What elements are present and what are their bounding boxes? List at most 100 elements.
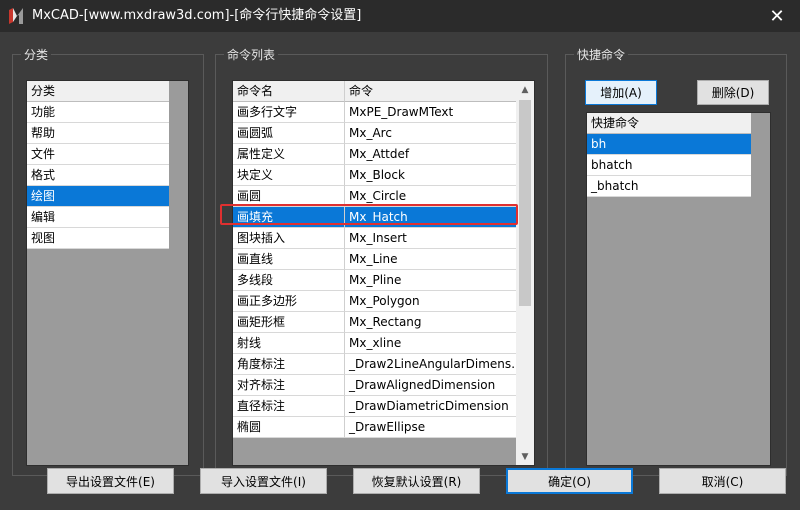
command-cell: Mx_Insert bbox=[345, 228, 516, 249]
command-list[interactable]: 命令名 命令 画多行文字 MxPE_DrawMText 画圆弧 Mx_Arc 属性定义 M… bbox=[232, 80, 535, 466]
command-row[interactable]: 画圆 Mx_Circle bbox=[233, 186, 534, 207]
command-row[interactable]: 画正多边形 Mx_Polygon bbox=[233, 291, 534, 312]
scroll-up-icon[interactable]: ▲ bbox=[516, 81, 534, 98]
command-cell: Mx_Hatch bbox=[345, 207, 516, 228]
command-name-cell: 图块插入 bbox=[233, 228, 345, 249]
command-name-cell: 直径标注 bbox=[233, 396, 345, 417]
command-name-cell: 属性定义 bbox=[233, 144, 345, 165]
app-logo-icon bbox=[9, 8, 23, 24]
ok-button[interactable]: 确定(O) bbox=[506, 468, 633, 494]
command-name-cell: 多线段 bbox=[233, 270, 345, 291]
category-row[interactable]: 格式 bbox=[27, 165, 188, 186]
command-row[interactable]: 画直线 Mx_Line bbox=[233, 249, 534, 270]
category-item-label: 绘图 bbox=[27, 186, 169, 207]
command-cell: Mx_Polygon bbox=[345, 291, 516, 312]
command-name-cell: 角度标注 bbox=[233, 354, 345, 375]
command-name-cell: 块定义 bbox=[233, 165, 345, 186]
scroll-down-icon[interactable]: ▼ bbox=[516, 448, 534, 465]
command-name-cell: 画填充 bbox=[233, 207, 345, 228]
import-settings-button[interactable]: 导入设置文件(I) bbox=[200, 468, 327, 494]
category-item-label: 帮助 bbox=[27, 123, 169, 144]
category-item-label: 编辑 bbox=[27, 207, 169, 228]
category-list-header: 分类 bbox=[27, 81, 188, 102]
command-cell: _DrawAlignedDimension bbox=[345, 375, 516, 396]
restore-defaults-button[interactable]: 恢复默认设置(R) bbox=[353, 468, 480, 494]
command-row[interactable]: 图块插入 Mx_Insert bbox=[233, 228, 534, 249]
command-row[interactable]: 属性定义 Mx_Attdef bbox=[233, 144, 534, 165]
shortcut-item-label: bhatch bbox=[587, 155, 751, 176]
column-header-command[interactable]: 命令 bbox=[345, 81, 516, 102]
dialog-body: 分类 分类 功能 帮助 文件 格式 绘图 编辑 视图 命令列表 命令名 命令 画多行文字 Mx… bbox=[0, 32, 800, 510]
command-name-cell: 画直线 bbox=[233, 249, 345, 270]
export-settings-button[interactable]: 导出设置文件(E) bbox=[47, 468, 174, 494]
window-title: MxCAD-[www.mxdraw3d.com]-[命令行快捷命令设置] bbox=[32, 8, 362, 23]
command-cell: MxPE_DrawMText bbox=[345, 102, 516, 123]
command-row[interactable]: 角度标注 _Draw2LineAngularDimens… bbox=[233, 354, 534, 375]
shortcut-list[interactable]: 快捷命令 bh bhatch _bhatch bbox=[586, 112, 771, 466]
shortcut-group-label: 快捷命令 bbox=[574, 47, 629, 63]
command-row[interactable]: 椭圆 _DrawEllipse bbox=[233, 417, 534, 438]
cancel-button[interactable]: 取消(C) bbox=[659, 468, 786, 494]
category-column-header[interactable]: 分类 bbox=[27, 81, 169, 102]
command-row[interactable]: 画填充 Mx_Hatch bbox=[233, 207, 534, 228]
title-bar: MxCAD-[www.mxdraw3d.com]-[命令行快捷命令设置] ✕ bbox=[0, 0, 800, 32]
command-row[interactable]: 画圆弧 Mx_Arc bbox=[233, 123, 534, 144]
command-cell: _DrawEllipse bbox=[345, 417, 516, 438]
shortcut-list-header: 快捷命令 bbox=[587, 113, 770, 134]
command-name-cell: 画正多边形 bbox=[233, 291, 345, 312]
close-icon[interactable]: ✕ bbox=[754, 0, 800, 32]
command-list-group: 命令列表 命令名 命令 画多行文字 MxPE_DrawMText 画圆弧 Mx_Arc… bbox=[215, 47, 548, 476]
shortcut-row[interactable]: bhatch bbox=[587, 155, 770, 176]
delete-button[interactable]: 删除(D) bbox=[697, 80, 769, 105]
command-cell: Mx_Block bbox=[345, 165, 516, 186]
command-cell: Mx_Rectang bbox=[345, 312, 516, 333]
category-group-label: 分类 bbox=[21, 47, 52, 63]
command-row[interactable]: 对齐标注 _DrawAlignedDimension bbox=[233, 375, 534, 396]
command-row[interactable]: 多线段 Mx_Pline bbox=[233, 270, 534, 291]
command-row[interactable]: 块定义 Mx_Block bbox=[233, 165, 534, 186]
command-list-header: 命令名 命令 bbox=[233, 81, 534, 102]
shortcut-group: 快捷命令 增加(A) 删除(D) 快捷命令 bh bhatch _bhatch bbox=[565, 47, 787, 476]
category-row[interactable]: 编辑 bbox=[27, 207, 188, 228]
command-list-scrollbar[interactable]: ▲ ▼ bbox=[516, 81, 534, 465]
scroll-thumb[interactable] bbox=[519, 100, 531, 306]
command-cell: _DrawDiametricDimension bbox=[345, 396, 516, 417]
command-name-cell: 画多行文字 bbox=[233, 102, 345, 123]
command-name-cell: 射线 bbox=[233, 333, 345, 354]
command-cell: Mx_Pline bbox=[345, 270, 516, 291]
category-item-label: 格式 bbox=[27, 165, 169, 186]
category-item-label: 视图 bbox=[27, 228, 169, 249]
category-row[interactable]: 文件 bbox=[27, 144, 188, 165]
command-cell: Mx_Attdef bbox=[345, 144, 516, 165]
command-list-group-label: 命令列表 bbox=[224, 47, 279, 63]
shortcut-item-label: _bhatch bbox=[587, 176, 751, 197]
column-header-command-name[interactable]: 命令名 bbox=[233, 81, 345, 102]
command-cell: Mx_Line bbox=[345, 249, 516, 270]
category-row[interactable]: 功能 bbox=[27, 102, 188, 123]
category-row[interactable]: 绘图 bbox=[27, 186, 188, 207]
command-row[interactable]: 射线 Mx_xline bbox=[233, 333, 534, 354]
command-row[interactable]: 画矩形框 Mx_Rectang bbox=[233, 312, 534, 333]
command-name-cell: 画圆 bbox=[233, 186, 345, 207]
command-cell: _Draw2LineAngularDimens… bbox=[345, 354, 516, 375]
command-cell: Mx_Circle bbox=[345, 186, 516, 207]
command-name-cell: 画矩形框 bbox=[233, 312, 345, 333]
category-row[interactable]: 帮助 bbox=[27, 123, 188, 144]
category-item-label: 功能 bbox=[27, 102, 169, 123]
shortcut-column-header[interactable]: 快捷命令 bbox=[587, 113, 751, 134]
command-cell: Mx_xline bbox=[345, 333, 516, 354]
shortcut-row[interactable]: _bhatch bbox=[587, 176, 770, 197]
command-row[interactable]: 画多行文字 MxPE_DrawMText bbox=[233, 102, 534, 123]
command-name-cell: 对齐标注 bbox=[233, 375, 345, 396]
category-row[interactable]: 视图 bbox=[27, 228, 188, 249]
category-group: 分类 分类 功能 帮助 文件 格式 绘图 编辑 视图 bbox=[12, 47, 204, 476]
shortcut-item-label: bh bbox=[587, 134, 751, 155]
command-name-cell: 椭圆 bbox=[233, 417, 345, 438]
command-name-cell: 画圆弧 bbox=[233, 123, 345, 144]
category-item-label: 文件 bbox=[27, 144, 169, 165]
shortcut-row[interactable]: bh bbox=[587, 134, 770, 155]
command-row[interactable]: 直径标注 _DrawDiametricDimension bbox=[233, 396, 534, 417]
category-list[interactable]: 分类 功能 帮助 文件 格式 绘图 编辑 视图 bbox=[26, 80, 189, 466]
add-button[interactable]: 增加(A) bbox=[585, 80, 657, 105]
command-cell: Mx_Arc bbox=[345, 123, 516, 144]
